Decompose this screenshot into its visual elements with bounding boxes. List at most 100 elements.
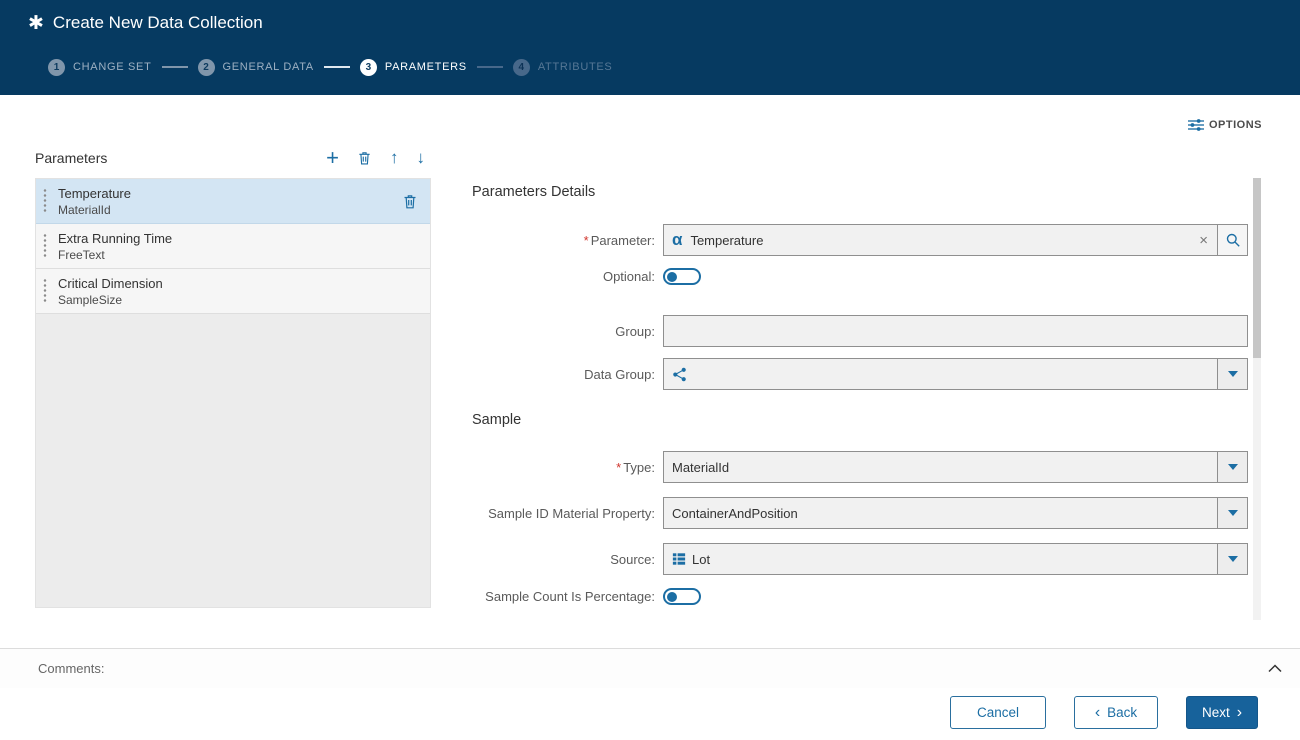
- param-type: MaterialId: [58, 203, 131, 217]
- sample-id-material-property-value: ContainerAndPosition: [664, 506, 798, 521]
- move-up-button[interactable]: ↑: [390, 150, 399, 166]
- comments-label: Comments:: [38, 661, 104, 676]
- sample-id-material-property-select[interactable]: ContainerAndPosition: [663, 497, 1248, 529]
- sample-id-material-property-dropdown-button[interactable]: [1217, 498, 1247, 528]
- group-label: Group:: [460, 324, 655, 339]
- optional-toggle[interactable]: [663, 268, 701, 285]
- type-select[interactable]: MaterialId: [663, 451, 1248, 483]
- next-button[interactable]: Next ›: [1186, 696, 1258, 729]
- group-input[interactable]: [663, 315, 1248, 347]
- step-number-badge: 3: [360, 59, 377, 76]
- back-label: Back: [1107, 705, 1137, 720]
- sample-id-material-property-row: Sample ID Material Property: ContainerAn…: [460, 497, 1248, 529]
- step-connector: [477, 66, 503, 68]
- type-label: *Type:: [460, 460, 655, 475]
- step-number-badge: 4: [513, 59, 530, 76]
- param-type: SampleSize: [58, 293, 163, 307]
- required-marker: *: [616, 460, 621, 475]
- drag-handle-icon[interactable]: [43, 188, 47, 214]
- scrollbar-thumb[interactable]: [1253, 178, 1261, 358]
- step-label: PARAMETERS: [385, 61, 467, 73]
- back-button[interactable]: ‹ Back: [1074, 696, 1158, 729]
- parameter-search-button[interactable]: [1217, 224, 1248, 256]
- parameter-value: Temperature: [682, 233, 763, 248]
- data-group-dropdown-button[interactable]: [1217, 359, 1247, 389]
- delete-item-icon[interactable]: [402, 193, 418, 210]
- sample-count-is-percentage-row: Sample Count Is Percentage:: [460, 588, 1248, 605]
- options-button[interactable]: OPTIONS: [1188, 118, 1262, 132]
- collapse-comments-button[interactable]: [1268, 664, 1282, 673]
- type-value: MaterialId: [664, 460, 729, 475]
- data-group-label: Data Group:: [460, 367, 655, 382]
- parameter-label: *Parameter:: [460, 233, 655, 248]
- optional-label: Optional:: [460, 269, 655, 284]
- details-title: Parameters Details: [472, 184, 595, 200]
- list-item[interactable]: Critical Dimension SampleSize: [36, 269, 430, 314]
- share-icon: [672, 367, 687, 382]
- parameters-details-panel: Parameters Details *Parameter: α Tempera…: [460, 178, 1248, 620]
- source-dropdown-button[interactable]: [1217, 544, 1247, 574]
- chevron-down-icon: [1228, 464, 1238, 470]
- wizard-step-general-data[interactable]: 2 GENERAL DATA: [198, 59, 314, 76]
- parameters-panel-header: Parameters + ↑ ↓: [35, 150, 431, 166]
- wizard-step-change-set[interactable]: 1 CHANGE SET: [48, 59, 152, 76]
- source-value: Lot: [686, 552, 710, 567]
- optional-field-row: Optional:: [460, 268, 1248, 285]
- trash-icon: [357, 150, 372, 166]
- chevron-up-icon: [1268, 664, 1282, 673]
- arrow-down-icon: ↓: [417, 150, 426, 166]
- sample-id-material-property-label: Sample ID Material Property:: [460, 506, 655, 521]
- type-dropdown-button[interactable]: [1217, 452, 1247, 482]
- toggle-knob: [667, 272, 677, 282]
- chevron-down-icon: [1228, 556, 1238, 562]
- cancel-label: Cancel: [977, 705, 1019, 720]
- app-icon: ✱: [28, 14, 44, 33]
- wizard-step-parameters[interactable]: 3 PARAMETERS: [360, 59, 467, 76]
- step-number-badge: 2: [198, 59, 215, 76]
- group-field-row: Group:: [460, 315, 1248, 347]
- clear-icon[interactable]: ×: [1199, 233, 1208, 248]
- step-number-badge: 1: [48, 59, 65, 76]
- toggle-knob: [667, 592, 677, 602]
- arrow-up-icon: ↑: [390, 150, 399, 166]
- delete-parameter-button[interactable]: [357, 150, 372, 166]
- parameter-input[interactable]: α Temperature ×: [663, 224, 1217, 256]
- next-label: Next: [1202, 705, 1230, 720]
- list-item[interactable]: Extra Running Time FreeText: [36, 224, 430, 269]
- chevron-left-icon: ‹: [1095, 705, 1100, 721]
- source-field-row: Source: Lot: [460, 543, 1248, 575]
- add-parameter-button[interactable]: +: [326, 150, 339, 166]
- parameters-toolbar: + ↑ ↓: [326, 150, 431, 166]
- vertical-scrollbar[interactable]: [1253, 178, 1261, 620]
- app-header: ✱ Create New Data Collection 1 CHANGE SE…: [0, 0, 1300, 95]
- param-name: Temperature: [58, 186, 131, 201]
- move-down-button[interactable]: ↓: [417, 150, 426, 166]
- step-connector: [162, 66, 188, 68]
- step-label: ATTRIBUTES: [538, 61, 613, 73]
- step-connector: [324, 66, 350, 68]
- parameters-panel-title: Parameters: [35, 150, 107, 166]
- comments-section: Comments:: [0, 648, 1300, 688]
- chevron-right-icon: ›: [1237, 705, 1242, 721]
- source-select[interactable]: Lot: [663, 543, 1248, 575]
- parameters-list: Temperature MaterialId Extra Running Tim…: [35, 178, 431, 608]
- list-item[interactable]: Temperature MaterialId: [36, 179, 430, 224]
- drag-handle-icon[interactable]: [43, 278, 47, 304]
- footer-actions: Cancel ‹ Back Next ›: [0, 696, 1300, 729]
- parameter-field-row: *Parameter: α Temperature ×: [460, 224, 1248, 256]
- source-label: Source:: [460, 552, 655, 567]
- plus-icon: +: [326, 150, 339, 166]
- required-marker: *: [584, 233, 589, 248]
- sample-count-is-percentage-toggle[interactable]: [663, 588, 701, 605]
- step-label: GENERAL DATA: [223, 61, 314, 73]
- wizard-step-attributes[interactable]: 4 ATTRIBUTES: [513, 59, 613, 76]
- data-group-field-row: Data Group:: [460, 358, 1248, 390]
- chevron-down-icon: [1228, 510, 1238, 516]
- data-group-select[interactable]: [663, 358, 1248, 390]
- drag-handle-icon[interactable]: [43, 233, 47, 259]
- cancel-button[interactable]: Cancel: [950, 696, 1046, 729]
- sample-section-title: Sample: [472, 412, 521, 428]
- param-type: FreeText: [58, 248, 172, 262]
- options-label: OPTIONS: [1209, 119, 1262, 131]
- alpha-parameter-icon: α: [672, 230, 682, 250]
